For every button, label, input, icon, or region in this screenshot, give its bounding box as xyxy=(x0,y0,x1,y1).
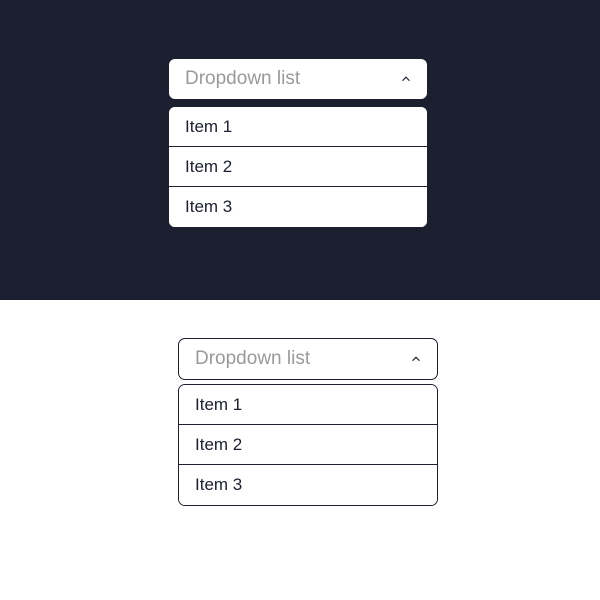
dropdown-item[interactable]: Item 2 xyxy=(169,147,427,187)
dropdown-item[interactable]: Item 3 xyxy=(179,465,437,505)
dropdown-list: Item 1 Item 2 Item 3 xyxy=(178,384,438,506)
dropdown-label: Dropdown list xyxy=(185,68,300,90)
dropdown-item[interactable]: Item 1 xyxy=(169,107,427,147)
dropdown-item[interactable]: Item 3 xyxy=(169,187,427,227)
chevron-up-icon xyxy=(409,352,423,366)
dropdown-item[interactable]: Item 1 xyxy=(179,385,437,425)
dropdown-list: Item 1 Item 2 Item 3 xyxy=(168,106,428,228)
dropdown-item-label: Item 2 xyxy=(185,157,232,177)
chevron-up-icon xyxy=(399,72,413,86)
dropdown-toggle[interactable]: Dropdown list xyxy=(168,58,428,100)
dropdown-dark: Dropdown list Item 1 Item 2 Item 3 xyxy=(168,58,428,228)
dropdown-item-label: Item 1 xyxy=(195,395,242,415)
dropdown-light: Dropdown list Item 1 Item 2 Item 3 xyxy=(178,338,438,506)
dropdown-item-label: Item 1 xyxy=(185,117,232,137)
dark-panel: Dropdown list Item 1 Item 2 Item 3 xyxy=(0,0,600,300)
light-panel: Dropdown list Item 1 Item 2 Item 3 xyxy=(0,300,600,600)
dropdown-item-label: Item 3 xyxy=(185,197,232,217)
dropdown-label: Dropdown list xyxy=(195,348,310,370)
dropdown-item-label: Item 2 xyxy=(195,435,242,455)
dropdown-item[interactable]: Item 2 xyxy=(179,425,437,465)
dropdown-item-label: Item 3 xyxy=(195,475,242,495)
dropdown-toggle[interactable]: Dropdown list xyxy=(178,338,438,380)
